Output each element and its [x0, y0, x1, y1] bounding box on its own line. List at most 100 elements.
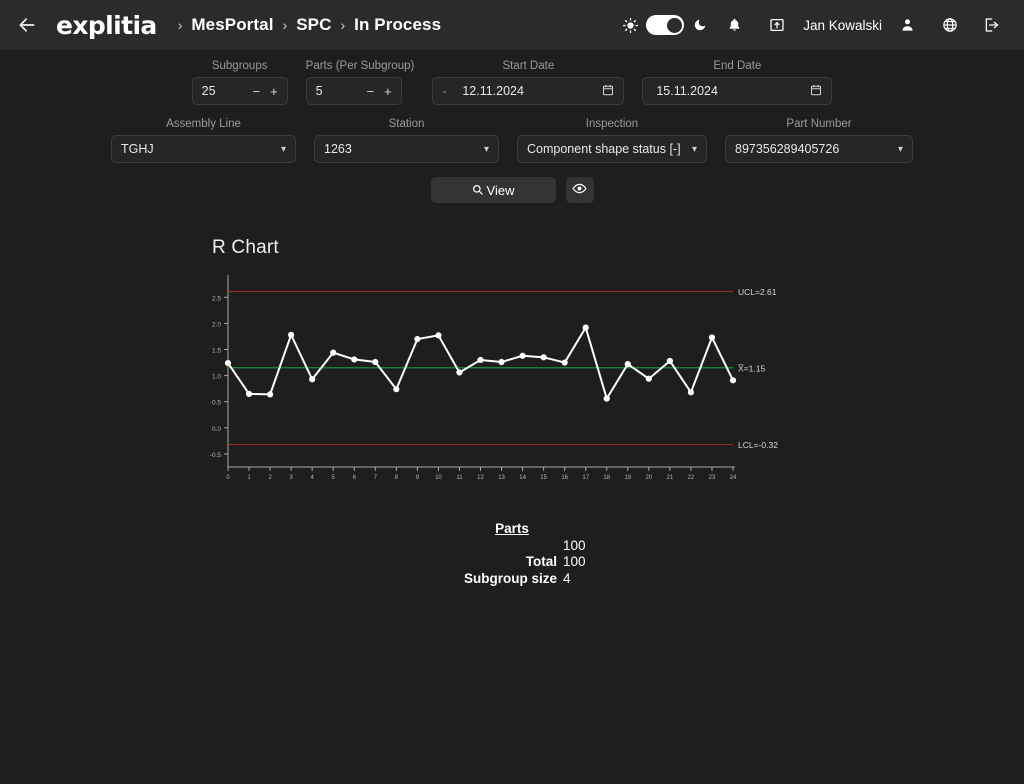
breadcrumb-mesportal[interactable]: MesPortal — [191, 15, 273, 35]
filter-row-top: Subgroups 25 − + Parts (Per Subgroup) 5 … — [0, 60, 1024, 105]
back-arrow-icon[interactable] — [14, 12, 40, 38]
parts-count-value: 100 — [563, 537, 586, 553]
data-point — [624, 361, 631, 368]
LCL-label: LCL=-0.32 — [738, 440, 778, 450]
x-tick-label: 0 — [226, 475, 230, 481]
field-parts-per-subgroup: Parts (Per Subgroup) 5 − + — [305, 60, 415, 105]
end-date-value[interactable]: 15.11.2024 — [652, 84, 810, 98]
UCL-label: UCL=2.61 — [738, 287, 777, 297]
header-actions: Jan Kowalski — [617, 9, 1010, 41]
data-point — [245, 390, 253, 397]
data-point — [561, 359, 568, 366]
x-tick-label: 16 — [561, 475, 568, 481]
app-logo[interactable]: explitia — [56, 11, 157, 40]
start-date-input[interactable]: - 12.11.2024 — [432, 77, 625, 105]
parts-per-subgroup-value[interactable]: 5 — [316, 84, 367, 98]
start-date-prefix: - — [442, 84, 447, 98]
total-label: Total — [525, 554, 557, 569]
start-date-label: Start Date — [502, 60, 555, 72]
parts-summary: Parts 100 Total 100 Subgroup size 4 — [0, 521, 1024, 587]
data-point — [519, 352, 526, 359]
data-point — [687, 389, 695, 396]
parts-per-subgroup-increment-button[interactable]: + — [384, 84, 392, 99]
action-row: View — [0, 177, 1024, 203]
x-tick-label: 21 — [667, 475, 674, 481]
x-tick-label: 9 — [416, 475, 420, 481]
subgroups-increment-button[interactable]: + — [270, 84, 278, 99]
data-point — [729, 377, 737, 384]
x-tick-label: 19 — [624, 475, 631, 481]
globe-icon[interactable] — [928, 9, 972, 41]
data-point — [477, 356, 484, 364]
x-tick-label: 6 — [353, 475, 357, 481]
data-point — [582, 324, 589, 331]
parts-per-subgroup-stepper[interactable]: 5 − + — [305, 77, 402, 105]
x-tick-label: 10 — [435, 475, 442, 481]
sun-icon[interactable] — [617, 9, 643, 41]
data-point — [393, 386, 400, 393]
start-date-value[interactable]: 12.11.2024 — [458, 84, 602, 98]
logout-icon[interactable] — [972, 9, 1010, 41]
x-tick-label: 14 — [519, 475, 526, 481]
chart-title: R Chart — [212, 237, 279, 258]
person-icon[interactable] — [886, 9, 928, 41]
calendar-icon[interactable] — [810, 84, 822, 99]
chevron-down-icon: ▾ — [483, 143, 489, 155]
part-number-select[interactable]: 897356289405726 ▾ — [725, 135, 913, 163]
export-folder-icon[interactable] — [755, 9, 799, 41]
moon-icon[interactable] — [687, 9, 713, 41]
breadcrumb-separator-2: › — [282, 17, 288, 33]
breadcrumb-spc[interactable]: SPC — [296, 15, 331, 35]
filter-row-bottom: Assembly Line TGHJ ▾ Station 1263 ▾ Insp… — [0, 118, 1024, 163]
parts-per-subgroup-decrement-button[interactable]: − — [366, 84, 374, 99]
field-end-date: End Date 15.11.2024 — [642, 60, 833, 105]
y-tick-label: 2.5 — [212, 295, 221, 302]
bell-icon[interactable] — [713, 9, 755, 41]
parts-header-label: Parts — [495, 521, 529, 536]
subgroups-label: Subgroups — [211, 60, 268, 72]
view-button[interactable]: View — [430, 177, 556, 203]
end-date-label: End Date — [713, 60, 762, 72]
data-point — [645, 375, 652, 382]
series-line — [227, 326, 734, 400]
parts-count-label — [387, 538, 563, 555]
data-point — [414, 335, 421, 343]
subgroup-size-label: Subgroup size — [463, 570, 557, 586]
y-tick-label: 0.5 — [212, 400, 221, 407]
parts-per-subgroup-label: Parts (Per Subgroup) — [305, 60, 415, 72]
field-start-date: Start Date - 12.11.2024 — [432, 60, 625, 105]
y-tick-label: 1.5 — [212, 348, 221, 355]
station-select[interactable]: 1263 ▾ — [314, 135, 499, 163]
data-point — [288, 331, 295, 338]
subgroups-value[interactable]: 25 — [202, 84, 253, 98]
y-tick-label: 2.0 — [212, 321, 221, 328]
data-point — [498, 358, 505, 366]
assembly-line-select[interactable]: TGHJ ▾ — [111, 135, 296, 163]
end-date-input[interactable]: 15.11.2024 — [642, 77, 833, 105]
r-chart-svg: -0.50.00.51.01.52.02.50 1 2 3 4 5 6 7 8 9 10 11 12 13… — [210, 275, 778, 481]
inspection-select[interactable]: Component shape status [-] ▾ — [517, 135, 707, 163]
station-label: Station — [388, 118, 425, 130]
station-value: 1263 — [324, 142, 352, 156]
theme-toggle-switch[interactable] — [646, 15, 685, 35]
toggle-visibility-button[interactable] — [565, 177, 594, 203]
data-point — [435, 332, 442, 339]
part-number-label: Part Number — [786, 118, 852, 130]
subgroups-stepper[interactable]: 25 − + — [191, 77, 288, 105]
assembly-line-value: TGHJ — [121, 142, 154, 156]
parts-summary-header-row: Parts — [387, 521, 637, 538]
app-header: explitia › MesPortal › SPC › In Process — [0, 0, 1024, 50]
x-tick-label: 8 — [395, 475, 399, 481]
y-tick-label: 1.0 — [212, 374, 221, 381]
field-station: Station 1263 ▾ — [314, 118, 499, 163]
field-part-number: Part Number 897356289405726 ▾ — [725, 118, 913, 163]
subgroup-size-row: Subgroup size 4 — [387, 571, 637, 588]
subgroups-decrement-button[interactable]: − — [252, 84, 260, 99]
x-tick-label: 5 — [332, 475, 336, 481]
calendar-icon[interactable] — [602, 84, 614, 99]
total-value: 100 — [563, 554, 586, 569]
breadcrumb-in-process[interactable]: In Process — [354, 15, 441, 35]
chevron-down-icon: ▾ — [280, 143, 286, 155]
x-tick-label: 20 — [645, 475, 652, 481]
inspection-label: Inspection — [585, 118, 639, 130]
